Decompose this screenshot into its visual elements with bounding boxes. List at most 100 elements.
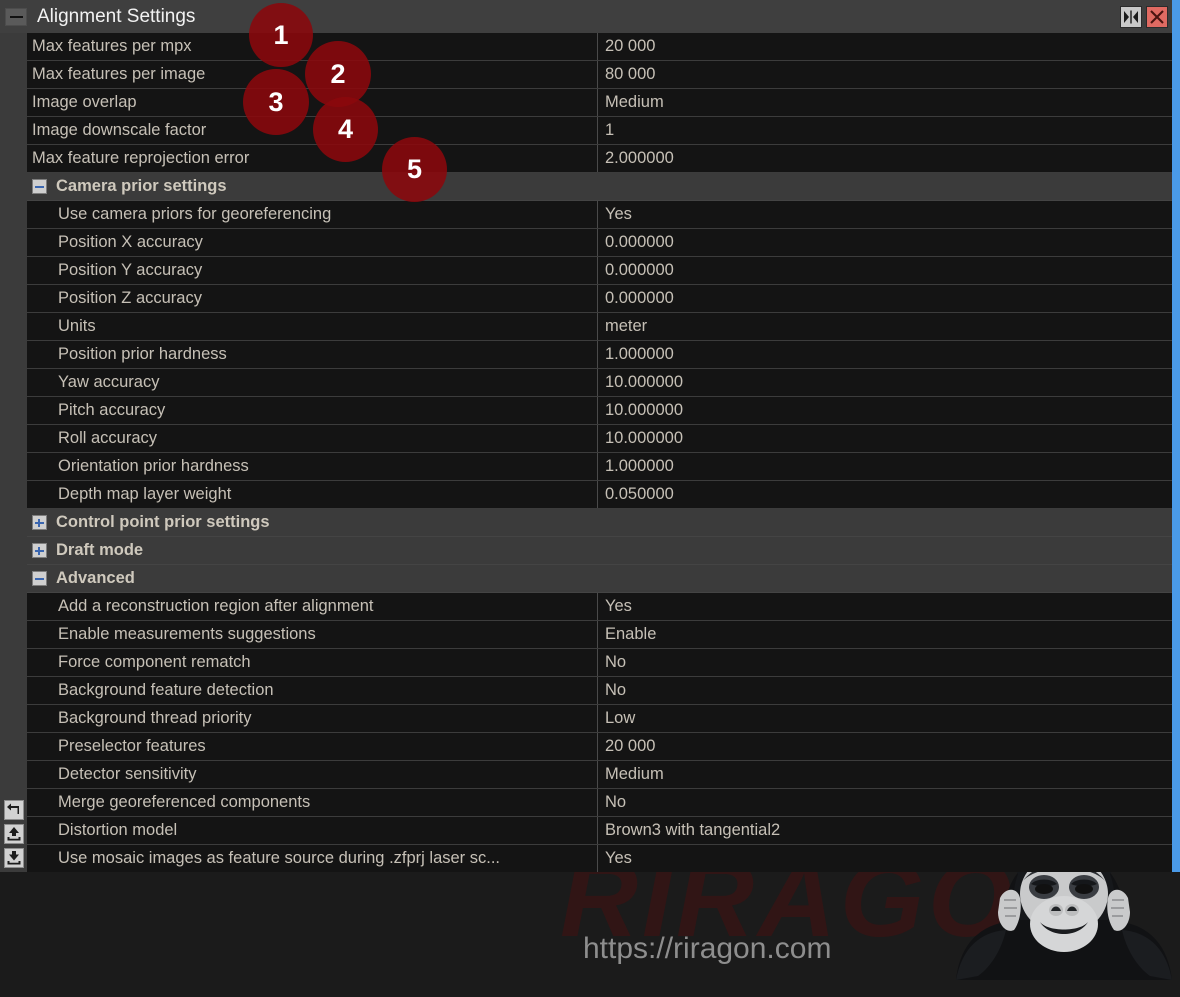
- property-value[interactable]: 0.050000: [598, 481, 1172, 508]
- property-row[interactable]: Roll accuracy 10.000000: [27, 425, 1172, 453]
- property-label: Use camera priors for georeferencing: [27, 201, 598, 228]
- property-value[interactable]: Medium: [598, 89, 1172, 116]
- property-value[interactable]: Yes: [598, 593, 1172, 620]
- property-label: Distortion model: [27, 817, 598, 844]
- property-value[interactable]: meter: [598, 313, 1172, 340]
- expand-section-icon[interactable]: [32, 515, 47, 530]
- property-label: Add a reconstruction region after alignm…: [27, 593, 598, 620]
- property-row[interactable]: Max features per image 80 000: [27, 61, 1172, 89]
- section-value-spacer: [598, 173, 1172, 200]
- section-title: Control point prior settings: [56, 513, 270, 531]
- property-row[interactable]: Distortion model Brown3 with tangential2: [27, 817, 1172, 845]
- watermark-url-text: https://riragon.com: [583, 932, 832, 965]
- property-value[interactable]: Medium: [598, 761, 1172, 788]
- property-row[interactable]: Detector sensitivity Medium: [27, 761, 1172, 789]
- property-value[interactable]: 10.000000: [598, 369, 1172, 396]
- section-header-row[interactable]: Camera prior settings: [27, 173, 1172, 201]
- property-label: Image overlap: [27, 89, 598, 116]
- section-value-spacer: [598, 509, 1172, 536]
- property-row[interactable]: Depth map layer weight 0.050000: [27, 481, 1172, 509]
- property-value[interactable]: 0.000000: [598, 285, 1172, 312]
- property-row[interactable]: Preselector features 20 000: [27, 733, 1172, 761]
- property-label: Detector sensitivity: [27, 761, 598, 788]
- property-label: Units: [27, 313, 598, 340]
- property-value[interactable]: Yes: [598, 201, 1172, 228]
- property-value[interactable]: 1.000000: [598, 453, 1172, 480]
- property-value[interactable]: No: [598, 677, 1172, 704]
- property-row[interactable]: Use camera priors for georeferencing Yes: [27, 201, 1172, 229]
- property-value[interactable]: 2.000000: [598, 145, 1172, 172]
- property-label: Force component rematch: [27, 649, 598, 676]
- property-value[interactable]: No: [598, 789, 1172, 816]
- property-row[interactable]: Image overlap Medium: [27, 89, 1172, 117]
- property-value[interactable]: 10.000000: [598, 425, 1172, 452]
- property-label: Use mosaic images as feature source duri…: [27, 845, 598, 872]
- property-value[interactable]: Yes: [598, 845, 1172, 872]
- expand-section-icon[interactable]: [32, 543, 47, 558]
- property-row[interactable]: Yaw accuracy 10.000000: [27, 369, 1172, 397]
- property-row[interactable]: Position Y accuracy 0.000000: [27, 257, 1172, 285]
- section-header-row[interactable]: Advanced: [27, 565, 1172, 593]
- property-value[interactable]: Low: [598, 705, 1172, 732]
- property-label: Position prior hardness: [27, 341, 598, 368]
- property-label: Yaw accuracy: [27, 369, 598, 396]
- window-right-accent-bar: [1172, 0, 1180, 872]
- section-header-row[interactable]: Draft mode: [27, 537, 1172, 565]
- property-row[interactable]: Orientation prior hardness 1.000000: [27, 453, 1172, 481]
- property-row[interactable]: Max feature reprojection error 2.000000: [27, 145, 1172, 173]
- property-label: Preselector features: [27, 733, 598, 760]
- property-label: Roll accuracy: [27, 425, 598, 452]
- property-value[interactable]: Enable: [598, 621, 1172, 648]
- property-row[interactable]: Pitch accuracy 10.000000: [27, 397, 1172, 425]
- property-value[interactable]: No: [598, 649, 1172, 676]
- minimize-icon[interactable]: [5, 7, 27, 26]
- property-value[interactable]: 0.000000: [598, 257, 1172, 284]
- property-label: Max features per image: [27, 61, 598, 88]
- property-value[interactable]: 20 000: [598, 33, 1172, 60]
- property-row[interactable]: Position Z accuracy 0.000000: [27, 285, 1172, 313]
- alignment-settings-window: Alignment Settings Max features per mpx …: [0, 0, 1180, 872]
- property-row[interactable]: Background feature detection No: [27, 677, 1172, 705]
- property-label: Position Y accuracy: [27, 257, 598, 284]
- property-value[interactable]: 1.000000: [598, 341, 1172, 368]
- property-row[interactable]: Position prior hardness 1.000000: [27, 341, 1172, 369]
- settings-property-grid[interactable]: Max features per mpx 20 000 Max features p…: [27, 33, 1172, 872]
- property-label: Background thread priority: [27, 705, 598, 732]
- property-value[interactable]: 0.000000: [598, 229, 1172, 256]
- property-label: Max features per mpx: [27, 33, 598, 60]
- section-value-spacer: [598, 565, 1172, 592]
- close-icon[interactable]: [1146, 5, 1168, 28]
- section-title: Advanced: [56, 569, 135, 587]
- property-value[interactable]: 80 000: [598, 61, 1172, 88]
- property-value[interactable]: 10.000000: [598, 397, 1172, 424]
- property-label: Position X accuracy: [27, 229, 598, 256]
- property-row[interactable]: Background thread priority Low: [27, 705, 1172, 733]
- screenshot-root: RIRAGON https://riragon.com Alignment Se…: [0, 0, 1180, 997]
- collapse-section-icon[interactable]: [32, 571, 47, 586]
- section-value-spacer: [598, 537, 1172, 564]
- property-row[interactable]: Enable measurements suggestions Enable: [27, 621, 1172, 649]
- property-row[interactable]: Image downscale factor 1: [27, 117, 1172, 145]
- section-title: Camera prior settings: [56, 177, 227, 195]
- reset-to-defaults-icon[interactable]: [4, 800, 24, 820]
- left-toolbar: [0, 33, 27, 872]
- property-label: Depth map layer weight: [27, 481, 598, 508]
- property-row[interactable]: Units meter: [27, 313, 1172, 341]
- collapse-section-icon[interactable]: [32, 179, 47, 194]
- property-label: Background feature detection: [27, 677, 598, 704]
- settings-rows-container: Max features per mpx 20 000 Max features p…: [27, 33, 1172, 872]
- property-row[interactable]: Use mosaic images as feature source duri…: [27, 845, 1172, 872]
- property-row[interactable]: Add a reconstruction region after alignm…: [27, 593, 1172, 621]
- export-settings-icon[interactable]: [4, 824, 24, 844]
- property-row[interactable]: Force component rematch No: [27, 649, 1172, 677]
- property-row[interactable]: Merge georeferenced components No: [27, 789, 1172, 817]
- property-label: Max feature reprojection error: [27, 145, 598, 172]
- property-value[interactable]: 20 000: [598, 733, 1172, 760]
- section-header-row[interactable]: Control point prior settings: [27, 509, 1172, 537]
- float-dock-icon[interactable]: [1120, 5, 1142, 28]
- property-row[interactable]: Position X accuracy 0.000000: [27, 229, 1172, 257]
- import-settings-icon[interactable]: [4, 848, 24, 868]
- property-value[interactable]: Brown3 with tangential2: [598, 817, 1172, 844]
- property-row[interactable]: Max features per mpx 20 000: [27, 33, 1172, 61]
- property-value[interactable]: 1: [598, 117, 1172, 144]
